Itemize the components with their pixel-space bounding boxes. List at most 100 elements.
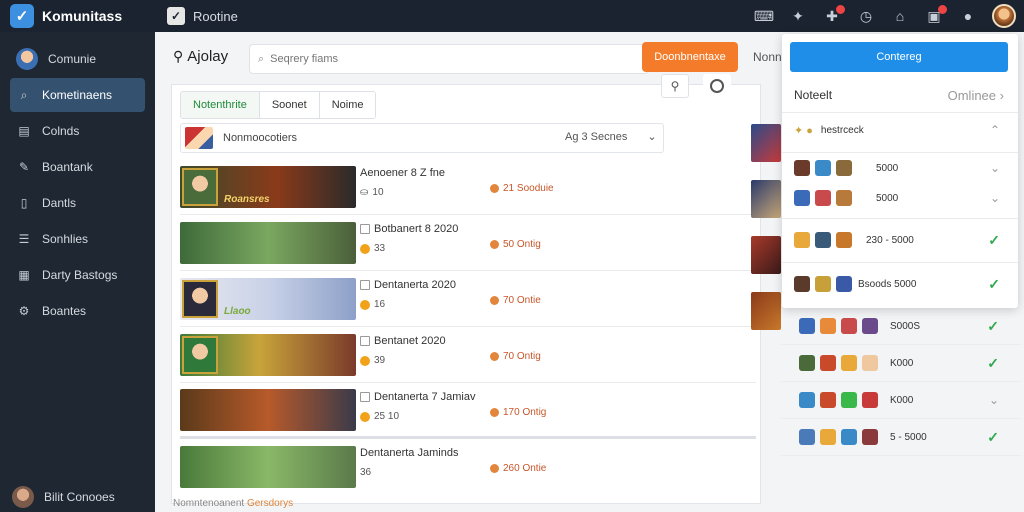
game-banner bbox=[180, 333, 356, 376]
tab-soonet[interactable]: Soonet bbox=[259, 92, 320, 118]
panel-row-text: 5000 bbox=[876, 192, 899, 204]
sidebar-item-label: Boantank bbox=[42, 160, 93, 174]
fire-icon bbox=[490, 296, 499, 305]
fire-icon bbox=[490, 240, 499, 249]
row-stat: 170 Ontig bbox=[490, 407, 546, 418]
game-list: Roansres Aenoener 8 Z fne ⛀ 10 21 Sooduie… bbox=[180, 159, 756, 495]
tab-notenthrite[interactable]: Notenthrite bbox=[181, 92, 260, 118]
users-icon: ⛀ bbox=[360, 187, 369, 198]
puzzle-icon[interactable]: ✚ bbox=[822, 5, 845, 26]
panel-row[interactable]: 230 - 5000 ✓ bbox=[782, 219, 1018, 261]
table-row[interactable]: Llaoo Dentanerta 2020 16 70 Ontie bbox=[180, 271, 756, 327]
fire-icon bbox=[490, 408, 499, 417]
avatar-group bbox=[794, 190, 852, 206]
avatar-group bbox=[794, 232, 852, 248]
thumbnail[interactable] bbox=[751, 236, 781, 274]
table-row[interactable]: Botbanert 8 2020 33 50 Ontig bbox=[180, 215, 756, 271]
avatar-group bbox=[794, 276, 852, 292]
right-thumbnails bbox=[751, 124, 781, 348]
inbox-icon[interactable]: ▣ bbox=[924, 5, 947, 26]
sort-select[interactable]: Ag 3 Secnes ⌄ bbox=[565, 130, 657, 144]
chart-icon: ▦ bbox=[18, 268, 30, 282]
table-row[interactable]: Dentanerta Jaminds 36 260 Ontie bbox=[180, 439, 756, 495]
tab-noime[interactable]: Noime bbox=[319, 92, 376, 118]
keyboard-icon[interactable]: ⌨ bbox=[754, 6, 774, 26]
list-item[interactable]: K000 ⌄ bbox=[781, 382, 1021, 419]
page-title: ⚲ Ajolay bbox=[173, 48, 228, 65]
row-stat: 21 Sooduie bbox=[490, 183, 554, 194]
sidebar-item-comunie[interactable]: Comunie bbox=[10, 42, 145, 76]
sidebar-item-boantes[interactable]: ⚙ Boantes bbox=[10, 294, 145, 328]
top-toolbar: ⌨ ✦ ✚ ◷ ⌂ ▣ ● bbox=[754, 0, 1016, 32]
sidebar-item-label: Kometinaens bbox=[42, 88, 113, 102]
chevron-right-icon: › bbox=[999, 88, 1004, 103]
table-row[interactable]: Bentanet 2020 39 70 Ontig bbox=[180, 327, 756, 383]
filter-thumbnail bbox=[185, 127, 213, 149]
avatar-icon bbox=[16, 48, 38, 70]
table-row[interactable]: Roansres Aenoener 8 Z fne ⛀ 10 21 Sooduie bbox=[180, 159, 756, 215]
footer-highlight-link[interactable]: Gersdorys bbox=[247, 498, 293, 509]
panel-row[interactable]: 5000 ⌄ bbox=[782, 183, 1018, 213]
sidebar-item-dantls[interactable]: ▯ Dantls bbox=[10, 186, 145, 220]
home-icon[interactable]: ⌂ bbox=[890, 6, 910, 26]
sidebar-item-darty-bastogs[interactable]: ▦ Darty Bastogs bbox=[10, 258, 145, 292]
list-item[interactable]: S000S ✓ bbox=[781, 308, 1021, 345]
row-title: Dentanerta Jaminds bbox=[360, 447, 459, 459]
sidebar-item-boantank[interactable]: ✎ Boantank bbox=[10, 150, 145, 184]
primary-action-button[interactable]: Doonbnentaxe bbox=[642, 42, 738, 72]
document-icon: ▯ bbox=[20, 196, 28, 210]
panel-section: 230 - 5000 ✓ bbox=[782, 218, 1018, 261]
filter-tools: ⚲ bbox=[661, 74, 731, 98]
pin-icon: ⚲ bbox=[670, 79, 680, 93]
panel-row[interactable]: Bsoods 5000 ✓ bbox=[782, 263, 1018, 305]
game-banner bbox=[180, 221, 356, 264]
panel-primary-button[interactable]: Contereg bbox=[790, 42, 1008, 72]
thumbnail[interactable] bbox=[751, 124, 781, 162]
sidebar-item-colnds[interactable]: ▤ Colnds bbox=[10, 114, 145, 148]
checkbox-icon bbox=[360, 224, 370, 234]
sidebar-item-kometinaens[interactable]: ⌕ Kometinaens bbox=[10, 78, 145, 112]
thumbnail[interactable] bbox=[751, 180, 781, 218]
panel-row[interactable]: ✦ ● hestrceck ⌃ bbox=[782, 113, 1018, 147]
edit-icon: ✎ bbox=[18, 160, 30, 174]
avatar-group bbox=[799, 392, 878, 408]
fire-icon bbox=[490, 184, 499, 193]
dropdown-panel: Contereg Noteelt Omlinee › ✦ ● hestrceck… bbox=[782, 34, 1018, 308]
list-item[interactable]: K000 ✓ bbox=[781, 345, 1021, 382]
chevron-up-icon: ⌃ bbox=[989, 123, 1000, 137]
game-banner bbox=[180, 446, 356, 488]
check-icon: ✓ bbox=[988, 231, 1000, 248]
target-button[interactable] bbox=[703, 74, 731, 98]
app-logo[interactable]: ✓ Komunitass bbox=[0, 4, 155, 28]
sidebar-item-sonhlies[interactable]: ☰ Sonhlies bbox=[10, 222, 145, 256]
tab-bar: Notenthrite Soonet Noime bbox=[180, 91, 377, 119]
banner-text: Llaoo bbox=[224, 305, 251, 317]
checkbox-icon bbox=[360, 392, 370, 402]
top-tab[interactable]: ✓ Rootine bbox=[167, 7, 238, 25]
avatar-icon bbox=[12, 486, 34, 508]
clock-icon[interactable]: ◷ bbox=[856, 6, 876, 26]
table-row[interactable]: Dentanerta 7 Jamiav 25 10 170 Ontig bbox=[180, 383, 756, 439]
search-box[interactable]: ⌕ bbox=[249, 44, 649, 74]
sidebar-item-label: Boantes bbox=[42, 304, 87, 318]
game-portrait bbox=[182, 279, 218, 318]
chat-icon[interactable]: ● bbox=[958, 6, 978, 26]
list-item[interactable]: 5 - 5000 ✓ bbox=[781, 419, 1021, 456]
online-status-toggle[interactable]: Omlinee › bbox=[948, 88, 1004, 103]
chevron-down-icon: ⌄ bbox=[989, 161, 1000, 175]
panel-row-text: 230 - 5000 bbox=[866, 234, 914, 246]
panel-row[interactable]: 5000 ⌄ bbox=[782, 153, 1018, 183]
search-input[interactable] bbox=[270, 53, 611, 65]
user-avatar[interactable] bbox=[992, 4, 1016, 28]
pin-button[interactable]: ⚲ bbox=[661, 74, 689, 98]
pin-icon[interactable]: ✦ bbox=[788, 6, 808, 26]
row-meta: 39 bbox=[360, 355, 446, 366]
filter-label: Nonmoocotiers bbox=[223, 132, 297, 144]
thumbnail[interactable] bbox=[751, 292, 781, 330]
panel-row-text: hestrceck bbox=[820, 124, 864, 136]
banner-text: Roansres bbox=[224, 193, 270, 205]
sidebar-footer-user[interactable]: Bilit Conooes bbox=[10, 486, 115, 508]
row-info: Bentanet 2020 39 bbox=[360, 335, 446, 366]
panel-heading: Noteelt bbox=[794, 88, 833, 102]
list-item-text: 5 - 5000 bbox=[890, 431, 927, 443]
